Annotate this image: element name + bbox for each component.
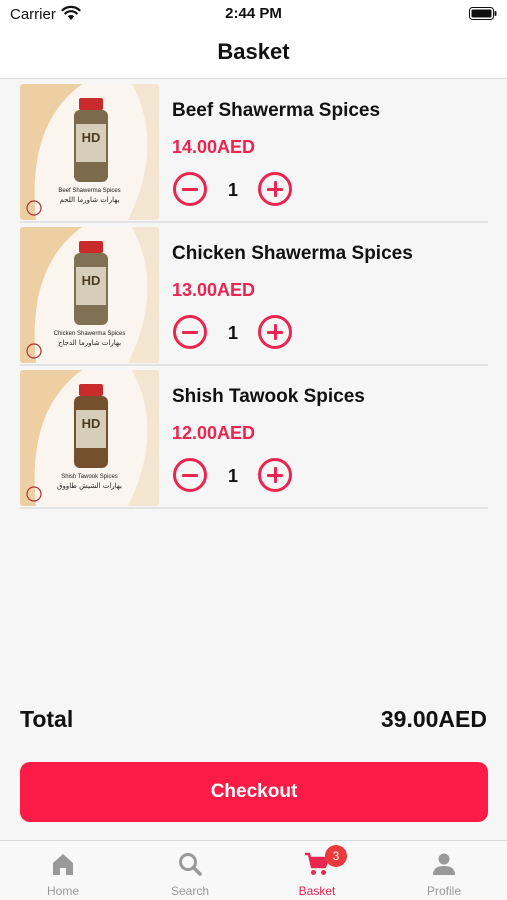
product-name: Beef Shawerma Spices <box>172 100 381 121</box>
increase-quantity-button[interactable] <box>258 315 292 349</box>
cart-item: HD Beef Shawerma Spices بهارات شاورما ال… <box>20 80 488 223</box>
product-name: Chicken Shawerma Spices <box>172 243 413 264</box>
clock-time: 2:44 PM <box>225 5 282 22</box>
total-label: Total <box>20 706 74 732</box>
product-name: Shish Tawook Spices <box>172 386 365 407</box>
page-title: Basket <box>217 39 290 64</box>
tab-basket[interactable]: 3 Basket <box>254 841 380 900</box>
cart-count-badge: 3 <box>325 845 347 867</box>
image-label-en: Chicken Shawerma Spices <box>54 331 126 337</box>
tab-home[interactable]: Home <box>0 841 126 900</box>
search-icon <box>179 853 202 876</box>
quantity-value: 1 <box>227 180 238 200</box>
image-label-en: Beef Shawerma Spices <box>58 188 120 194</box>
tab-bar: Home Search 3 Basket Profile <box>0 840 507 900</box>
battery-icon <box>469 7 497 20</box>
tab-profile[interactable]: Profile <box>381 841 507 900</box>
product-price: 13.00AED <box>172 280 256 300</box>
cart-item: HD Shish Tawook Spices بهارات الشيش طاوو… <box>20 366 488 509</box>
home-icon <box>53 854 73 875</box>
increase-quantity-button[interactable] <box>258 458 292 492</box>
image-label-ar: بهارات شاورما اللحم <box>60 196 120 204</box>
tab-label: Search <box>170 884 210 898</box>
brand-text: HD <box>82 273 101 288</box>
image-label-ar: بهارات الشيش طاووق <box>57 482 122 490</box>
tab-search[interactable]: Search <box>127 841 253 900</box>
cart-list: HD Beef Shawerma Spices بهارات شاورما ال… <box>20 80 488 509</box>
decrease-quantity-button[interactable] <box>173 172 207 206</box>
minus-icon <box>182 473 198 477</box>
product-image: HD Chicken Shawerma Spices بهارات شاورما… <box>20 227 159 363</box>
minus-icon <box>182 187 198 191</box>
tab-label: Basket <box>298 884 336 898</box>
status-bar: Carrier 2:44 PM <box>0 0 507 28</box>
brand-text: HD <box>82 130 101 145</box>
tab-label: Profile <box>426 884 461 898</box>
cart-item: HD Chicken Shawerma Spices بهارات شاورما… <box>20 223 488 366</box>
image-label-ar: بهارات شاورما الدجاج <box>58 339 121 347</box>
quantity-value: 1 <box>227 323 238 343</box>
checkout-button[interactable]: Checkout <box>20 762 488 822</box>
brand-text: HD <box>82 416 101 431</box>
tab-label: Home <box>46 884 79 898</box>
product-price: 12.00AED <box>172 423 256 443</box>
decrease-quantity-button[interactable] <box>173 458 207 492</box>
total-value: 39.00AED <box>380 706 487 732</box>
image-label-en: Shish Tawook Spices <box>61 474 118 480</box>
increase-quantity-button[interactable] <box>258 172 292 206</box>
person-icon <box>433 853 455 875</box>
decrease-quantity-button[interactable] <box>173 315 207 349</box>
minus-icon <box>182 330 198 334</box>
product-price: 14.00AED <box>172 137 256 157</box>
product-image: HD Shish Tawook Spices بهارات الشيش طاوو… <box>20 370 159 506</box>
product-image: HD Beef Shawerma Spices بهارات شاورما ال… <box>20 84 159 220</box>
navigation-header: Basket <box>0 28 507 79</box>
quantity-value: 1 <box>227 466 238 486</box>
